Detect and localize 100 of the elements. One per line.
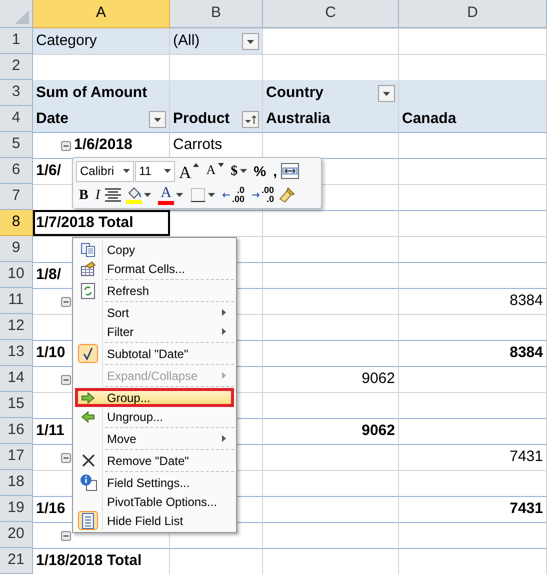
row-header[interactable]: 19 — [0, 496, 33, 522]
row-header[interactable]: 17 — [0, 444, 33, 470]
border-icon — [190, 187, 206, 203]
column-header[interactable]: D — [399, 0, 547, 28]
submenu-arrow-icon — [222, 372, 226, 379]
row-header[interactable]: 4 — [0, 106, 33, 132]
submenu-arrow-icon — [222, 328, 226, 335]
caret-icon — [154, 118, 161, 122]
table-cell: Carrots — [170, 132, 263, 158]
submenu-arrow-icon — [222, 435, 226, 442]
shrink-font-button[interactable]: A — [203, 160, 227, 182]
format-button[interactable]: , — [270, 160, 280, 182]
row-header[interactable]: 20 — [0, 522, 33, 548]
collapse-icon[interactable] — [61, 530, 71, 540]
table-cell: 7431 — [399, 444, 547, 470]
table-brush-icon — [80, 260, 96, 276]
dropdown-button[interactable] — [149, 111, 166, 128]
caret-icon — [144, 193, 152, 197]
row-header[interactable]: 12 — [0, 314, 33, 340]
menu-item[interactable]: Sort — [75, 303, 234, 322]
row-header[interactable]: 10 — [0, 262, 33, 288]
font-name-field[interactable]: Calibri — [76, 160, 134, 182]
cell-label: 1/6/2018 — [74, 135, 132, 156]
cell-label: Country — [266, 83, 324, 104]
row-header[interactable]: 21 — [0, 548, 33, 574]
menu-item[interactable]: Remove "Date" — [75, 451, 234, 470]
copy-icon — [80, 242, 96, 258]
italic-button[interactable]: I — [92, 184, 104, 206]
cell-label: Product — [173, 109, 231, 130]
submenu-arrow-icon — [222, 309, 226, 316]
caret-icon — [247, 40, 254, 44]
caret-icon — [176, 193, 184, 197]
align-center-icon[interactable] — [104, 188, 122, 202]
column-header[interactable]: C — [263, 0, 399, 28]
row-header[interactable]: 7 — [0, 184, 33, 210]
triangle-up-icon — [193, 163, 200, 167]
sort-filter-button[interactable] — [242, 111, 259, 128]
table-cell: Sum of Amount — [33, 80, 170, 106]
paintbrush-icon[interactable] — [278, 186, 296, 204]
merge-center-icon[interactable] — [281, 163, 300, 179]
bold-button[interactable]: B — [76, 184, 92, 206]
row-header[interactable]: 5 — [0, 132, 33, 158]
table-cell: 7431 — [399, 496, 547, 522]
collapse-icon[interactable] — [61, 140, 71, 150]
caret-icon — [208, 193, 216, 197]
x-icon — [82, 454, 94, 467]
table-cell: Category — [33, 28, 170, 54]
row-header[interactable]: 6 — [0, 158, 33, 184]
decrease-decimal-button[interactable]: .00 .0 — [248, 184, 278, 206]
collapse-icon[interactable] — [61, 374, 71, 384]
grow-font-button[interactable]: A — [176, 160, 202, 182]
table-cell: 1/7/2018 Total — [33, 210, 170, 236]
row-header[interactable]: 14 — [0, 366, 33, 392]
dropdown-button[interactable] — [378, 85, 395, 102]
row-header[interactable]: 9 — [0, 236, 33, 262]
list-icon — [82, 512, 94, 528]
field-value: 11 — [139, 163, 152, 180]
caret-icon — [240, 169, 247, 173]
corner-triangle-icon — [15, 10, 29, 24]
row-header[interactable]: 16 — [0, 418, 33, 444]
row-header[interactable]: 15 — [0, 392, 33, 418]
menu-item[interactable]: Copy — [75, 240, 234, 259]
arrow-right-icon — [252, 192, 260, 198]
column-header[interactable]: A — [33, 0, 170, 28]
table-cell: 1/18/2018 Total — [33, 548, 170, 574]
cell-label: Date — [36, 109, 70, 130]
currency-button[interactable]: $ — [228, 160, 250, 182]
menu-item[interactable]: Field Settings... — [75, 473, 234, 492]
dropdown-button[interactable] — [242, 33, 259, 50]
column-header[interactable]: B — [170, 0, 263, 28]
table-cell: 8384 — [399, 288, 547, 314]
increase-decimal-button[interactable]: .0 .00 — [219, 184, 248, 206]
font-color-button[interactable]: A — [155, 184, 186, 206]
menu-item[interactable]: Group... — [75, 388, 234, 407]
row-header[interactable]: 1 — [0, 28, 33, 54]
row-header[interactable]: 13 — [0, 340, 33, 366]
arrow-left-icon — [222, 192, 230, 198]
row-header[interactable]: 11 — [0, 288, 33, 314]
row-header[interactable]: 8 — [0, 210, 33, 236]
menu-item[interactable]: Subtotal "Date" — [75, 344, 234, 363]
collapse-icon[interactable] — [61, 452, 71, 462]
info-icon — [80, 474, 96, 491]
row-header[interactable]: 3 — [0, 80, 33, 106]
format-button[interactable]: % — [250, 160, 270, 182]
arrow-left-icon — [81, 410, 95, 422]
table-cell: 9062 — [263, 418, 399, 444]
sort-filter-icon — [244, 114, 256, 124]
refresh-icon — [81, 282, 95, 298]
table-cell: 9062 — [263, 366, 399, 392]
font-size-field[interactable]: 11 — [135, 160, 175, 182]
arrow-right-icon — [81, 392, 95, 404]
field-value: Calibri — [80, 163, 114, 180]
table-cell: 8384 — [399, 340, 547, 366]
row-header[interactable]: 2 — [0, 54, 33, 80]
table-cell: Australia — [263, 106, 399, 132]
row-header[interactable]: 18 — [0, 470, 33, 496]
caret-icon — [123, 169, 130, 173]
collapse-icon[interactable] — [61, 296, 71, 306]
cell-label: (All) — [173, 31, 201, 52]
menu-item[interactable]: Filter — [75, 322, 234, 341]
